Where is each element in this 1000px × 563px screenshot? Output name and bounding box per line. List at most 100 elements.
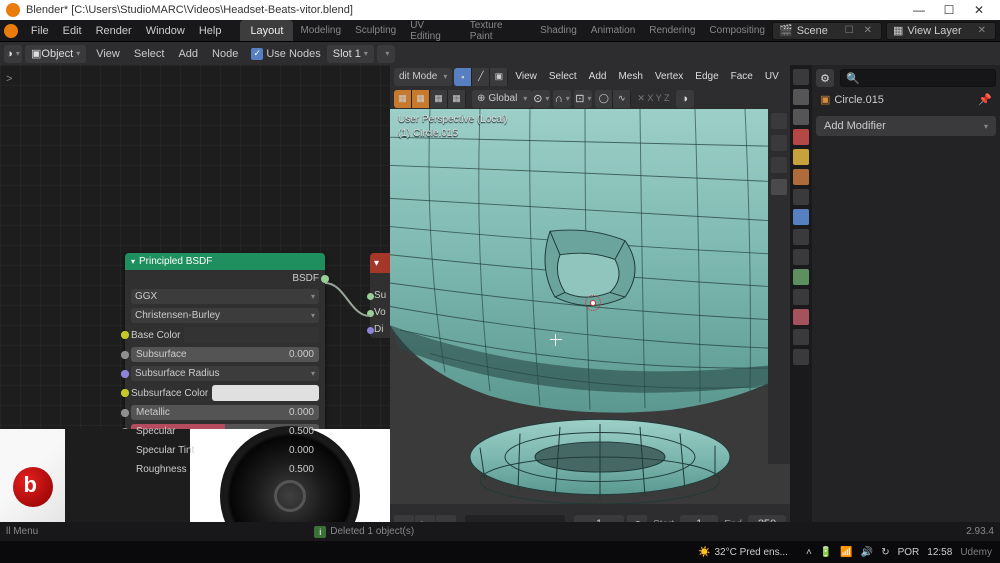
ne-menu-select[interactable]: Select xyxy=(127,48,172,60)
property-tab[interactable] xyxy=(793,289,809,305)
slot-dropdown[interactable]: Slot 1▾ xyxy=(327,45,374,63)
slot-browse-button[interactable]: ▾ xyxy=(377,45,395,63)
tray-battery-icon[interactable]: 🔋 xyxy=(820,547,832,558)
property-tab[interactable] xyxy=(793,169,809,185)
vp-overlay-icon[interactable] xyxy=(771,157,787,173)
node-dropdown[interactable]: Subsurface Radius▾ xyxy=(131,366,319,381)
mesh-shading-2-button[interactable]: ▦ xyxy=(412,90,430,108)
node-slider[interactable]: Metallic0.000 xyxy=(131,405,319,420)
viewport-3d[interactable]: User Perspective (Local) (1) Circle.015 xyxy=(390,109,790,504)
vp-menu-select[interactable]: Select xyxy=(544,71,582,82)
property-tab[interactable] xyxy=(793,269,809,285)
menu-file[interactable]: File xyxy=(24,25,56,37)
add-modifier-dropdown[interactable]: Add Modifier ▾ xyxy=(816,116,996,136)
tray-sync-icon[interactable]: ↻ xyxy=(881,547,889,558)
vp-menu-add[interactable]: Add xyxy=(584,71,612,82)
edge-select-button[interactable]: ╱ xyxy=(472,68,490,86)
node-header[interactable]: ▾ Principled BSDF xyxy=(125,253,325,270)
socket-input[interactable] xyxy=(121,351,129,359)
auto-merge-button[interactable]: ◑ xyxy=(676,90,694,108)
object-mode-dropdown[interactable]: ▣ Object▾ xyxy=(25,45,86,63)
node-editor-area[interactable]: > ▾ Principled BSDF BSDF GGX▾ Christense… xyxy=(0,65,390,544)
window-close-button[interactable]: ✕ xyxy=(964,3,994,17)
property-tab[interactable] xyxy=(793,69,809,85)
vp-menu-uv[interactable]: UV xyxy=(760,71,784,82)
prop-edit-button[interactable]: ◯ xyxy=(595,90,613,108)
property-tab[interactable] xyxy=(793,89,809,105)
socket-displacement[interactable] xyxy=(367,327,374,334)
scene-selector[interactable]: 🎬 Scene ☐ ✕ xyxy=(772,22,882,40)
vp-menu-vertex[interactable]: Vertex xyxy=(650,71,688,82)
socket-input[interactable] xyxy=(121,389,129,397)
tab-texture[interactable]: Texture Paint xyxy=(463,20,533,41)
vp-menu-mesh[interactable]: Mesh xyxy=(613,71,647,82)
mode-dropdown[interactable]: dit Mode▾ xyxy=(394,68,452,86)
tab-animation[interactable]: Animation xyxy=(584,20,642,41)
use-nodes-checkbox[interactable]: ✓ Use Nodes xyxy=(251,48,320,60)
tray-sound-icon[interactable]: 🔊 xyxy=(861,547,873,558)
ne-menu-add[interactable]: Add xyxy=(171,48,205,60)
tab-shading[interactable]: Shading xyxy=(533,20,584,41)
tab-rendering[interactable]: Rendering xyxy=(642,20,702,41)
tray-wifi-icon[interactable]: 📶 xyxy=(840,547,852,558)
socket-volume[interactable] xyxy=(367,310,374,317)
node-material-output-partial[interactable]: ▾ Su Vo Di xyxy=(370,253,390,338)
vp-menu-view[interactable]: View xyxy=(510,71,542,82)
ne-menu-view[interactable]: View xyxy=(89,48,127,60)
ne-menu-node[interactable]: Node xyxy=(205,48,245,60)
menu-edit[interactable]: Edit xyxy=(56,25,89,37)
property-tab[interactable] xyxy=(793,109,809,125)
vp-menu-edge[interactable]: Edge xyxy=(690,71,723,82)
socket-input[interactable] xyxy=(121,409,129,417)
socket-output-bsdf[interactable] xyxy=(321,275,329,283)
property-tab[interactable] xyxy=(793,309,809,325)
mesh-shading-3-button[interactable]: ▦ xyxy=(430,90,448,108)
pin-icon[interactable]: 📌 xyxy=(978,93,992,106)
taskbar-lang[interactable]: POR xyxy=(898,547,920,558)
pivot-button[interactable]: ⊙▾ xyxy=(532,90,550,108)
subsurf-method-dropdown[interactable]: Christensen-Burley▾ xyxy=(131,308,319,323)
property-tab[interactable] xyxy=(793,249,809,265)
snap-button[interactable]: ∩▾ xyxy=(553,90,571,108)
menu-window[interactable]: Window xyxy=(139,25,192,37)
node-slider[interactable]: Subsurface0.000 xyxy=(131,347,319,362)
snap-target-button[interactable]: ⊡▾ xyxy=(574,90,592,108)
socket-surface[interactable] xyxy=(367,293,374,300)
viewlayer-close-icon[interactable]: ✕ xyxy=(975,25,989,36)
socket-input[interactable] xyxy=(121,331,129,339)
viewlayer-selector[interactable]: ▦ View Layer ✕ xyxy=(886,22,996,40)
property-tab[interactable] xyxy=(793,329,809,345)
props-search-input[interactable]: 🔍 xyxy=(840,69,996,87)
menu-render[interactable]: Render xyxy=(89,25,139,37)
orientation-dropdown[interactable]: ⊕ Global▾ xyxy=(472,90,532,108)
property-tab[interactable] xyxy=(793,349,809,365)
vp-menu-face[interactable]: Face xyxy=(726,71,758,82)
menu-help[interactable]: Help xyxy=(192,25,229,37)
property-tab[interactable] xyxy=(793,209,809,225)
vertex-select-button[interactable]: ▪ xyxy=(454,68,472,86)
color-well[interactable] xyxy=(184,327,319,343)
property-tab[interactable] xyxy=(793,149,809,165)
scene-browse-icon[interactable]: ☐ xyxy=(842,25,857,36)
tab-layout[interactable]: Layout xyxy=(240,20,293,41)
vp-options-icon[interactable] xyxy=(771,113,787,129)
taskbar-weather[interactable]: ☀️ 32°C Pred ens... xyxy=(698,547,788,558)
distribution-dropdown[interactable]: GGX▾ xyxy=(131,289,319,304)
prop-falloff-button[interactable]: ∿ xyxy=(613,90,631,108)
tab-modeling[interactable]: Modeling xyxy=(293,20,348,41)
mesh-shading-4-button[interactable]: ▦ xyxy=(448,90,466,108)
property-tab[interactable] xyxy=(793,189,809,205)
scene-close-icon[interactable]: ✕ xyxy=(861,25,875,36)
props-options-button[interactable]: ⚙ xyxy=(816,69,834,87)
mesh-shading-1-button[interactable]: ▦ xyxy=(394,90,412,108)
taskbar-time[interactable]: 12:58 xyxy=(927,547,952,558)
vp-xray-icon[interactable] xyxy=(771,179,787,195)
editor-type-button[interactable]: ◑▾ xyxy=(4,45,22,63)
vp-gizmo-icon[interactable] xyxy=(771,135,787,151)
tab-compositing[interactable]: Compositing xyxy=(702,20,772,41)
color-well[interactable] xyxy=(212,385,319,401)
face-select-button[interactable]: ▣ xyxy=(490,68,508,86)
window-maximize-button[interactable]: ☐ xyxy=(934,3,964,17)
window-minimize-button[interactable]: — xyxy=(904,3,934,17)
property-tab[interactable] xyxy=(793,229,809,245)
